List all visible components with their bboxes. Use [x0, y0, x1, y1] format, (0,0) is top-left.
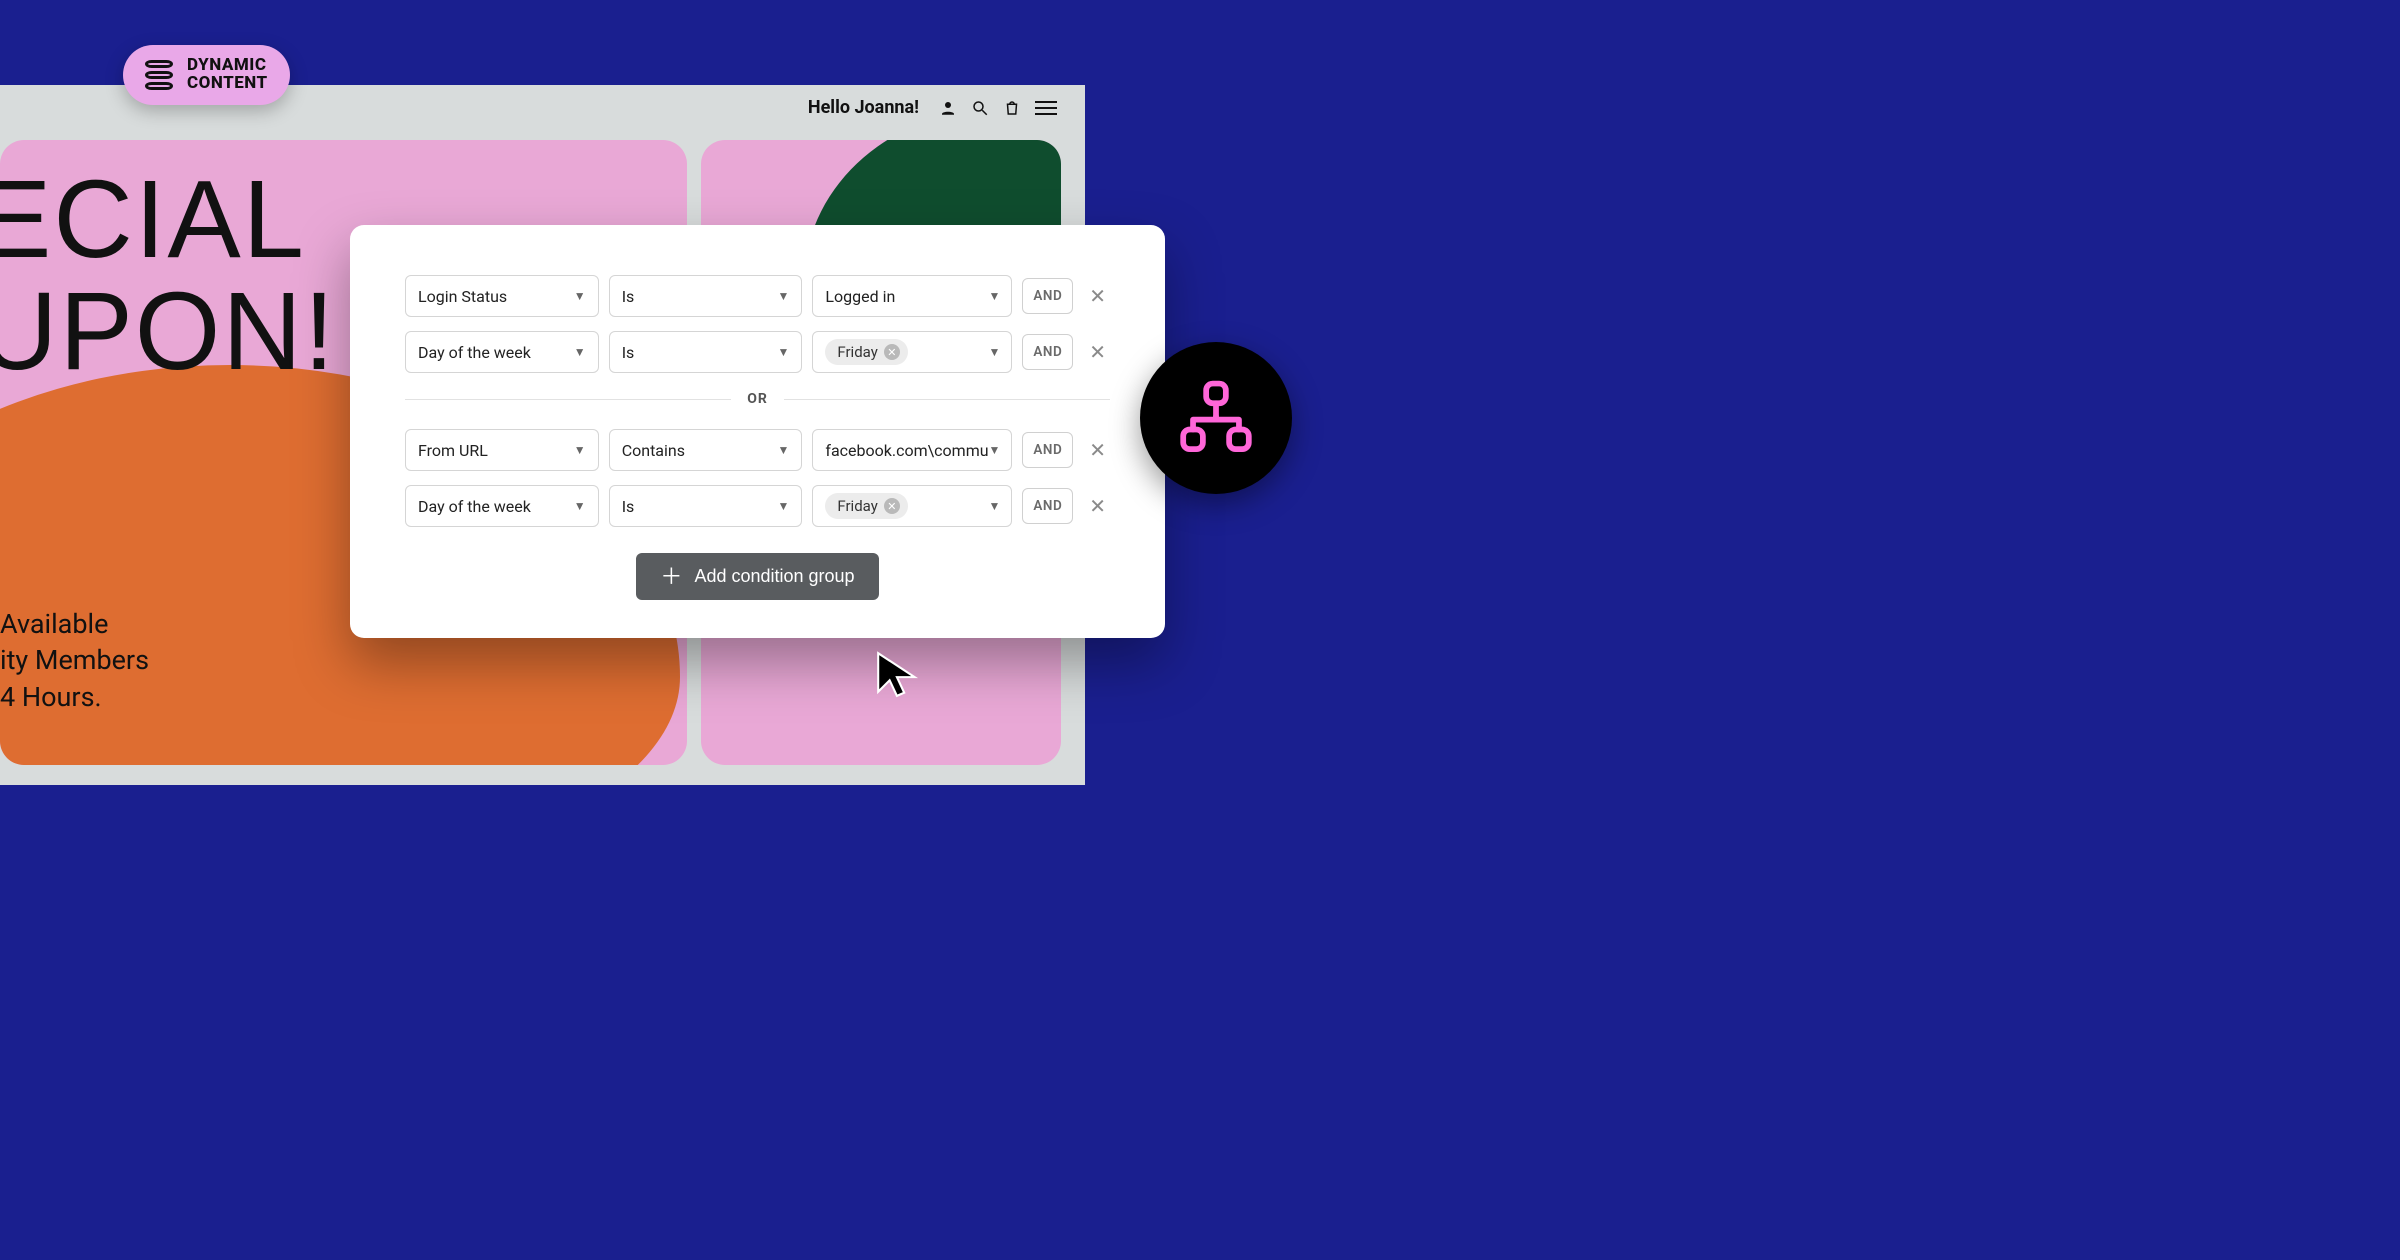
- cursor-icon: [873, 648, 925, 700]
- hero-title: ECIAL UPON!: [0, 164, 336, 388]
- hero-title-line2: UPON!: [0, 276, 336, 388]
- value-select[interactable]: Friday ✕: [812, 485, 1012, 527]
- remove-row-icon[interactable]: ✕: [1085, 434, 1110, 466]
- field-select[interactable]: Day of the week▼: [405, 485, 599, 527]
- chain-and-button[interactable]: AND: [1022, 432, 1073, 468]
- chain-and-button[interactable]: AND: [1022, 488, 1073, 524]
- chevron-down-icon: ▼: [777, 499, 789, 513]
- hamburger-menu-icon[interactable]: [1035, 101, 1057, 115]
- value-select[interactable]: Logged in: [812, 275, 1012, 317]
- condition-row: Day of the week▼ Is▼ Friday ✕ ▼ AND ✕: [405, 485, 1110, 527]
- conditions-modal: Login Status▼ Is▼ Logged in ▼ AND ✕ Day …: [350, 225, 1165, 638]
- hero-title-line1: ECIAL: [0, 164, 336, 276]
- chevron-down-icon: ▼: [574, 443, 586, 457]
- chevron-down-icon: ▼: [574, 289, 586, 303]
- operator-select[interactable]: Is▼: [609, 275, 803, 317]
- remove-row-icon[interactable]: ✕: [1085, 490, 1110, 522]
- condition-row: Login Status▼ Is▼ Logged in ▼ AND ✕: [405, 275, 1110, 317]
- chain-and-button[interactable]: AND: [1022, 334, 1073, 370]
- chevron-down-icon: ▼: [777, 443, 789, 457]
- dynamic-content-badge: DYNAMICCONTENT: [123, 45, 290, 105]
- field-select[interactable]: From URL▼: [405, 429, 599, 471]
- chevron-down-icon: ▼: [574, 345, 586, 359]
- database-icon: [145, 60, 173, 90]
- remove-row-icon[interactable]: ✕: [1085, 336, 1110, 368]
- user-icon[interactable]: [939, 99, 957, 117]
- condition-row: From URL▼ Contains▼ facebook.com\commu ▼…: [405, 429, 1110, 471]
- add-condition-group-button[interactable]: ＋ Add condition group: [636, 553, 878, 600]
- chevron-down-icon: ▼: [777, 345, 789, 359]
- field-select[interactable]: Day of the week▼: [405, 331, 599, 373]
- bag-icon[interactable]: [1003, 99, 1021, 117]
- chain-and-button[interactable]: AND: [1022, 278, 1073, 314]
- or-separator: OR: [405, 391, 1110, 407]
- operator-select[interactable]: Contains▼: [609, 429, 803, 471]
- hero-subtext: Available ity Members 4 Hours.: [0, 606, 149, 715]
- remove-row-icon[interactable]: ✕: [1085, 280, 1110, 312]
- badge-text: DYNAMICCONTENT: [187, 57, 268, 93]
- sitemap-badge: [1140, 342, 1292, 494]
- condition-row: Day of the week▼ Is▼ Friday ✕ ▼ AND ✕: [405, 331, 1110, 373]
- value-select[interactable]: Friday ✕: [812, 331, 1012, 373]
- field-select[interactable]: Login Status▼: [405, 275, 599, 317]
- value-chip[interactable]: Friday ✕: [825, 493, 907, 519]
- operator-select[interactable]: Is▼: [609, 485, 803, 527]
- search-icon[interactable]: [971, 99, 989, 117]
- value-chip[interactable]: Friday ✕: [825, 339, 907, 365]
- or-label: OR: [747, 391, 768, 407]
- add-group-container: ＋ Add condition group: [405, 553, 1110, 600]
- site-topbar: Hello Joanna!: [808, 97, 1057, 118]
- value-input[interactable]: facebook.com\commu: [812, 429, 1012, 471]
- chevron-down-icon: ▼: [777, 289, 789, 303]
- chevron-down-icon: ▼: [574, 499, 586, 513]
- sitemap-icon: [1175, 377, 1257, 459]
- greeting-text: Hello Joanna!: [808, 97, 919, 118]
- operator-select[interactable]: Is▼: [609, 331, 803, 373]
- chip-remove-icon[interactable]: ✕: [884, 498, 900, 514]
- chip-remove-icon[interactable]: ✕: [884, 344, 900, 360]
